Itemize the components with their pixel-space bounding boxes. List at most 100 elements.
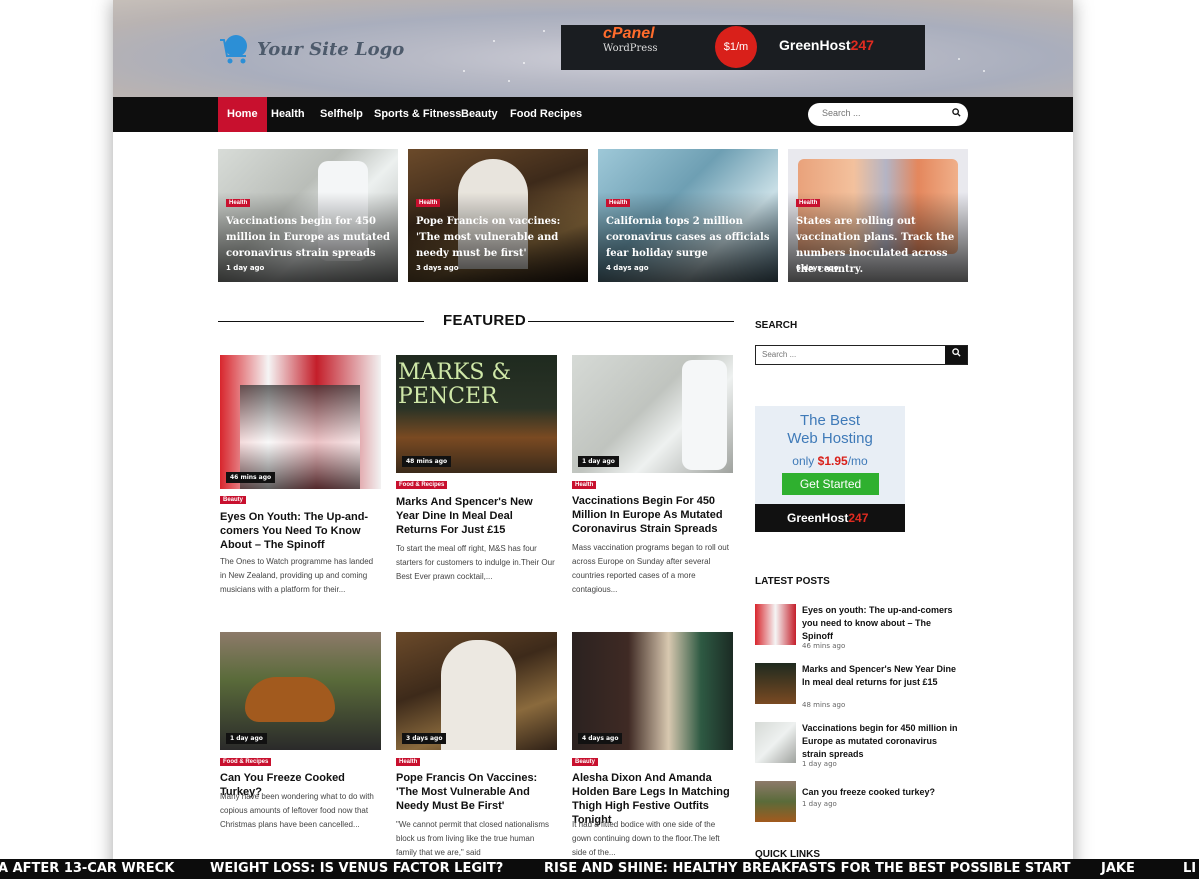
card-tag[interactable]: Beauty <box>220 496 247 504</box>
card-image[interactable]: 1 day ago <box>220 632 381 750</box>
card-image[interactable]: 3 days ago <box>396 632 557 750</box>
featured-card[interactable]: 3 days ago Health Pope Francis On Vaccin… <box>396 632 557 862</box>
hero-post-3[interactable]: Health California tops 2 million coronav… <box>598 149 778 282</box>
ticker-item[interactable]: WEIGHT LOSS: IS VENUS FACTOR LEGIT? <box>210 861 503 876</box>
cart-logo-icon <box>217 32 251 66</box>
featured-card[interactable]: 46 mins ago Beauty Eyes On Youth: The Up… <box>220 355 381 615</box>
nav-search-input[interactable] <box>822 108 942 118</box>
latest-post-time: 1 day ago <box>802 800 837 808</box>
ticker-item[interactable]: A AFTER 13-CAR WRECK <box>0 861 174 876</box>
latest-post-thumb[interactable] <box>755 781 796 822</box>
latest-post-title[interactable]: Vaccinations begin for 450 million in Eu… <box>802 722 962 761</box>
nav-search-box <box>808 103 968 126</box>
ad-per: /mo <box>847 454 868 468</box>
card-title[interactable]: Vaccinations Begin For 450 Million In Eu… <box>572 494 733 536</box>
news-ticker: A AFTER 13-CAR WRECK WEIGHT LOSS: IS VEN… <box>0 859 1199 879</box>
hero-tag[interactable]: Health <box>226 199 251 207</box>
site-logo[interactable]: Your Site Logo <box>217 32 404 66</box>
card-excerpt: Many have been wondering what to do with… <box>220 792 374 829</box>
ad-price: $1.95 <box>817 454 848 468</box>
card-title[interactable]: Marks And Spencer's New Year Dine In Mea… <box>396 495 557 537</box>
page-container: Your Site Logo cPanel WordPress $1/m Gre… <box>113 0 1073 879</box>
featured-card[interactable]: 4 days ago Beauty Alesha Dixon And Amand… <box>572 632 733 862</box>
sidebar-search-button[interactable] <box>945 346 967 364</box>
featured-heading: FEATURED <box>218 312 734 332</box>
ad-headline: The Best Web Hosting <box>755 412 905 448</box>
featured-card[interactable]: MARKS & PENCER 48 mins ago Food & Recipes… <box>396 355 557 615</box>
featured-card[interactable]: 1 day ago Health Vaccinations Begin For … <box>572 355 733 615</box>
latest-post-item[interactable]: Can you freeze cooked turkey? 1 day ago <box>755 781 968 823</box>
latest-post-item[interactable]: Marks and Spencer's New Year Dine In mea… <box>755 663 968 709</box>
sidebar-hosting-ad[interactable]: The Best Web Hosting only $1.95/mo Get St… <box>755 406 905 532</box>
banner-brand-b: 247 <box>850 37 874 53</box>
hero-title[interactable]: Vaccinations begin for 450 million in Eu… <box>226 214 392 262</box>
card-time-badge: 46 mins ago <box>226 472 276 483</box>
card-tag[interactable]: Health <box>572 481 597 489</box>
card-excerpt: The Ones to Watch programme has landed i… <box>220 557 374 594</box>
hero-post-1[interactable]: Health Vaccinations begin for 450 millio… <box>218 149 398 282</box>
latest-post-title[interactable]: Eyes on youth: The up-and-comers you nee… <box>802 604 962 643</box>
card-image[interactable]: 1 day ago <box>572 355 733 473</box>
card-tag[interactable]: Health <box>396 758 421 766</box>
banner-wordpress-text: WordPress <box>603 43 658 54</box>
latest-post-thumb[interactable] <box>755 722 796 763</box>
nav-item-food-recipes[interactable]: Food Recipes <box>510 97 582 132</box>
nav-item-beauty[interactable]: Beauty <box>461 97 498 132</box>
card-tag[interactable]: Beauty <box>572 758 599 766</box>
card-time-badge: 1 day ago <box>578 456 619 467</box>
search-icon[interactable] <box>952 108 961 120</box>
sidebar-search-box <box>755 345 968 365</box>
nav-item-sports-fitness[interactable]: Sports & Fitness <box>374 97 461 132</box>
ticker-item[interactable]: JAKE <box>1101 861 1135 876</box>
hero-tag[interactable]: Health <box>416 199 441 207</box>
sidebar-search-input[interactable] <box>762 350 932 359</box>
latest-post-thumb[interactable] <box>755 604 796 645</box>
card-image[interactable]: 46 mins ago <box>220 355 381 489</box>
nav-item-home[interactable]: Home <box>218 97 267 132</box>
ad-brand-b: 247 <box>848 511 869 525</box>
featured-card[interactable]: 1 day ago Food & Recipes Can You Freeze … <box>220 632 381 862</box>
card-excerpt: "We cannot permit that closed nationalis… <box>396 820 549 857</box>
nav-item-selfhelp[interactable]: Selfhelp <box>320 97 363 132</box>
hero-time: 3 days ago <box>416 264 459 272</box>
hosting-banner-ad[interactable]: cPanel WordPress $1/m GreenHost247 <box>561 25 925 70</box>
nav-item-health[interactable]: Health <box>271 97 305 132</box>
card-tag[interactable]: Food & Recipes <box>396 481 448 489</box>
sidebar-search-heading: SEARCH <box>755 320 798 331</box>
card-image[interactable]: MARKS & PENCER 48 mins ago <box>396 355 557 473</box>
ticker-item[interactable]: RISE AND SHINE: HEALTHY BREAKFASTS FOR T… <box>544 861 1070 876</box>
card-tag[interactable]: Food & Recipes <box>220 758 272 766</box>
card-excerpt: To start the meal off right, M&S has fou… <box>396 544 555 581</box>
hero-title[interactable]: Pope Francis on vaccines: 'The most vuln… <box>416 214 582 262</box>
ad-brand-bar: GreenHost247 <box>755 504 905 532</box>
card-time-badge: 3 days ago <box>402 733 447 744</box>
card-time-badge: 4 days ago <box>578 733 623 744</box>
latest-post-time: 46 mins ago <box>802 642 846 650</box>
latest-post-title[interactable]: Can you freeze cooked turkey? <box>802 786 962 799</box>
hero-time: 1 day ago <box>226 264 265 272</box>
latest-post-item[interactable]: Eyes on youth: The up-and-comers you nee… <box>755 604 968 650</box>
ticker-item[interactable]: LI <box>1183 861 1196 876</box>
hero-tag[interactable]: Health <box>796 199 821 207</box>
main-nav: Home Health Selfhelp Sports & Fitness Be… <box>113 97 1073 132</box>
banner-price-badge: $1/m <box>715 26 757 68</box>
ad-get-started-button[interactable]: Get Started <box>782 473 879 495</box>
ad-line2: Web Hosting <box>787 430 873 447</box>
card-title[interactable]: Pope Francis On Vaccines: 'The Most Vuln… <box>396 771 557 813</box>
hero-post-4[interactable]: Health States are rolling out vaccinatio… <box>788 149 968 282</box>
ad-only: only <box>792 454 815 468</box>
card-image[interactable]: 4 days ago <box>572 632 733 750</box>
site-header: Your Site Logo cPanel WordPress $1/m Gre… <box>113 0 1073 97</box>
hero-title[interactable]: California tops 2 million coronavirus ca… <box>606 214 772 262</box>
latest-post-time: 48 mins ago <box>802 701 846 709</box>
latest-post-item[interactable]: Vaccinations begin for 450 million in Eu… <box>755 722 968 768</box>
hero-time: 4 days ago <box>606 264 649 272</box>
latest-post-title[interactable]: Marks and Spencer's New Year Dine In mea… <box>802 663 962 689</box>
hero-post-2[interactable]: Health Pope Francis on vaccines: 'The mo… <box>408 149 588 282</box>
card-excerpt: It had a fitted bodice with one side of … <box>572 820 720 857</box>
ad-line1: The Best <box>799 412 861 429</box>
hero-tag[interactable]: Health <box>606 199 631 207</box>
latest-post-thumb[interactable] <box>755 663 796 704</box>
ad-price-line: only $1.95/mo <box>755 454 905 468</box>
card-title[interactable]: Eyes On Youth: The Up-and-comers You Nee… <box>220 510 381 552</box>
